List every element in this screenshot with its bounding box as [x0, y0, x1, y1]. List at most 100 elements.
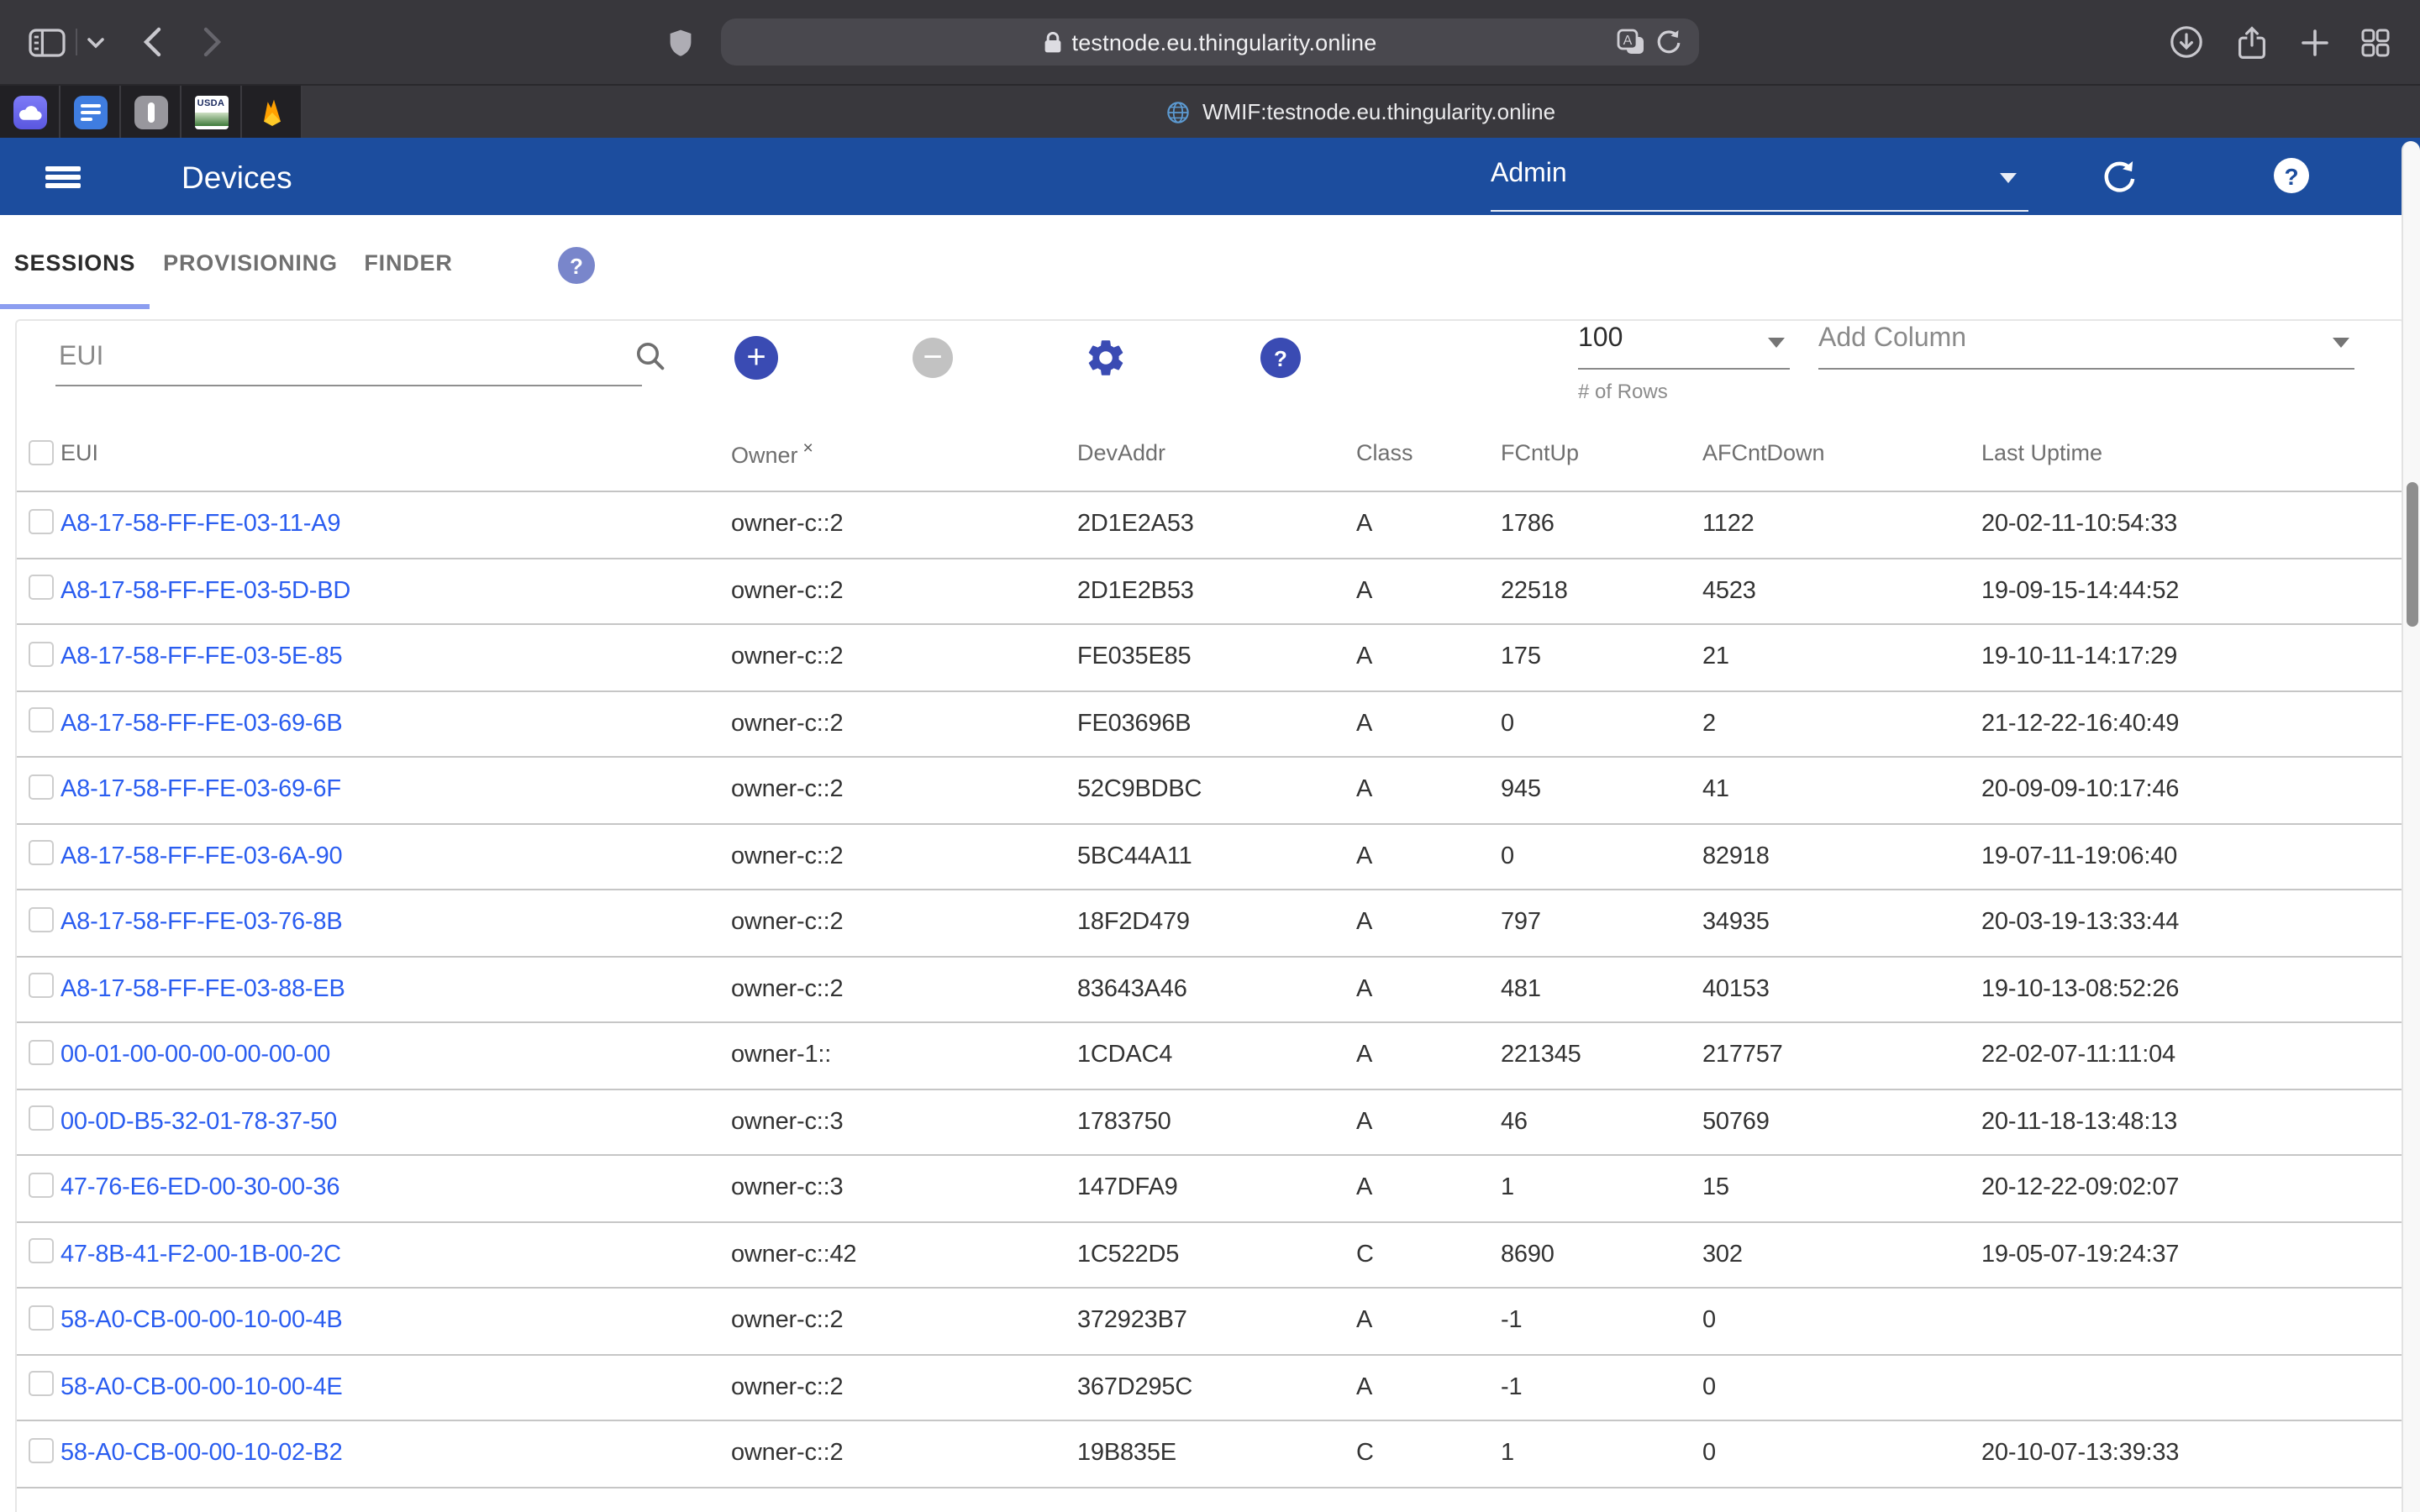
class-cell: A: [1356, 1175, 1501, 1202]
row-checkbox[interactable]: [29, 774, 54, 800]
reload-icon[interactable]: [1655, 27, 1682, 55]
toolbar-divider: [76, 29, 77, 55]
row-checkbox[interactable]: [29, 575, 54, 601]
settings-gear-icon[interactable]: [1084, 336, 1128, 380]
shield-icon[interactable]: [667, 0, 694, 84]
share-icon[interactable]: [2232, 0, 2272, 84]
row-checkbox[interactable]: [29, 841, 54, 866]
eui-link[interactable]: 00-0D-B5-32-01-78-37-50: [60, 1109, 337, 1136]
row-checkbox[interactable]: [29, 907, 54, 932]
afcntdown-cell: 302: [1702, 1242, 1981, 1268]
app-header: Devices Admin: [0, 138, 2420, 215]
scrollbar-thumb[interactable]: [2406, 482, 2417, 627]
table-header: EUI Owner× DevAddr Class FCntUp AFCntDow…: [17, 415, 2403, 492]
eui-link[interactable]: A8-17-58-FF-FE-03-5E-85: [60, 644, 342, 671]
rows-per-page-select[interactable]: 100: [1578, 321, 1790, 370]
eui-link[interactable]: A8-17-58-FF-FE-03-6A-90: [60, 843, 342, 870]
row-checkbox[interactable]: [29, 509, 54, 534]
pinned-tab-docs[interactable]: [60, 86, 121, 138]
tabs-help-icon[interactable]: ?: [558, 247, 595, 284]
eui-link[interactable]: 47-76-E6-ED-00-30-00-36: [60, 1175, 339, 1202]
col-header-eui[interactable]: EUI: [60, 440, 731, 465]
tab-finder[interactable]: FINDER: [351, 215, 466, 309]
add-column-select[interactable]: Add Column: [1818, 321, 2354, 370]
account-select[interactable]: Admin: [1491, 155, 2028, 212]
help-icon[interactable]: ?: [2274, 158, 2309, 193]
browser-tab-bar: USDA WMIF:testnode.eu.thingularity.onlin…: [0, 84, 2420, 138]
row-checkbox[interactable]: [29, 1372, 54, 1397]
address-bar[interactable]: testnode.eu.thingularity.online A: [721, 18, 1699, 66]
scrollbar-track[interactable]: [2402, 141, 2420, 1512]
afcntdown-cell: 50769: [1702, 1109, 1981, 1136]
refresh-icon[interactable]: [2101, 158, 2138, 195]
table-row: A8-17-58-FF-FE-03-88-EB owner-c::2 83643…: [17, 957, 2403, 1023]
pinned-tab-usda[interactable]: USDA: [182, 86, 242, 138]
row-checkbox[interactable]: [29, 1040, 54, 1065]
table-row: A8-17-58-FF-FE-03-69-6B owner-c::2 FE036…: [17, 691, 2403, 758]
devaddr-cell: 367D295C: [1077, 1374, 1356, 1401]
eui-link[interactable]: 58-A0-CB-00-00-10-00-4E: [60, 1374, 343, 1401]
docs-app-icon: [73, 95, 107, 129]
col-header-owner[interactable]: Owner×: [731, 438, 1077, 468]
col-header-last-uptime[interactable]: Last Uptime: [1981, 440, 2403, 465]
row-checkbox[interactable]: [29, 1438, 54, 1463]
pinned-tab-cloud[interactable]: [0, 86, 60, 138]
chevron-down-icon[interactable]: [84, 0, 108, 84]
eui-link[interactable]: A8-17-58-FF-FE-03-11-A9: [60, 512, 340, 538]
eui-link[interactable]: 00-01-00-00-00-00-00-00: [60, 1042, 330, 1069]
translate-icon[interactable]: A: [1617, 29, 1645, 55]
globe-favicon: [1167, 100, 1191, 123]
owner-cell: owner-1::: [731, 1042, 1077, 1069]
eui-link[interactable]: A8-17-58-FF-FE-03-76-8B: [60, 910, 342, 937]
add-button[interactable]: +: [734, 336, 778, 380]
forward-icon[interactable]: [198, 0, 225, 84]
row-checkbox[interactable]: [29, 974, 54, 999]
tab-provisioning[interactable]: PROVISIONING: [150, 215, 351, 309]
uptime-cell: 19-05-07-19:24:37: [1981, 1242, 2403, 1268]
eui-link[interactable]: 58-A0-CB-00-00-10-02-B2: [60, 1441, 343, 1467]
fcntup-cell: 0: [1501, 711, 1702, 738]
eui-link[interactable]: 58-A0-CB-00-00-10-00-4B: [60, 1308, 343, 1335]
fcntup-cell: 797: [1501, 910, 1702, 937]
tab-overview-icon[interactable]: [2353, 0, 2396, 84]
active-browser-tab[interactable]: WMIF:testnode.eu.thingularity.online: [302, 86, 2420, 138]
row-checkbox[interactable]: [29, 642, 54, 667]
eui-link[interactable]: 47-8B-41-F2-00-1B-00-2C: [60, 1242, 341, 1268]
devaddr-cell: 5BC44A11: [1077, 843, 1356, 870]
row-checkbox[interactable]: [29, 1239, 54, 1264]
row-checkbox[interactable]: [29, 1305, 54, 1331]
col-header-class[interactable]: Class: [1356, 440, 1501, 465]
col-header-fcntup[interactable]: FCntUp: [1501, 440, 1702, 465]
fcntup-cell: 1786: [1501, 512, 1702, 538]
menu-icon[interactable]: [45, 166, 81, 188]
owner-cell: owner-c::2: [731, 644, 1077, 671]
row-checkbox[interactable]: [29, 1106, 54, 1131]
afcntdown-cell: 0: [1702, 1441, 1981, 1467]
sidebar-icon[interactable]: [24, 0, 71, 84]
new-tab-icon[interactable]: [2294, 0, 2334, 84]
search-input[interactable]: [55, 331, 642, 386]
download-icon[interactable]: [2166, 0, 2207, 84]
afcntdown-cell: 41: [1702, 777, 1981, 804]
select-all-checkbox[interactable]: [29, 439, 54, 465]
col-header-afcntdown[interactable]: AFCntDown: [1702, 440, 1981, 465]
fcntup-cell: 46: [1501, 1109, 1702, 1136]
back-icon[interactable]: [138, 0, 165, 84]
eui-link[interactable]: A8-17-58-FF-FE-03-69-6B: [60, 711, 342, 738]
eui-link[interactable]: A8-17-58-FF-FE-03-5D-BD: [60, 578, 350, 605]
row-checkbox[interactable]: [29, 1173, 54, 1198]
search-icon[interactable]: [635, 341, 666, 371]
remove-column-icon[interactable]: ×: [803, 438, 813, 459]
col-header-devaddr[interactable]: DevAddr: [1077, 440, 1356, 465]
lock-icon: [1044, 31, 1062, 53]
row-checkbox[interactable]: [29, 708, 54, 733]
eui-link[interactable]: A8-17-58-FF-FE-03-88-EB: [60, 976, 345, 1003]
pinned-tab-firebase[interactable]: [242, 86, 302, 138]
pinned-tab-gray[interactable]: [121, 86, 182, 138]
eui-link[interactable]: A8-17-58-FF-FE-03-69-6F: [60, 777, 341, 804]
filter-help-icon[interactable]: ?: [1260, 338, 1301, 378]
afcntdown-cell: 2: [1702, 711, 1981, 738]
tab-sessions[interactable]: SESSIONS: [0, 215, 150, 309]
table-row: 58-A0-CB-00-00-10-00-4B owner-c::2 37292…: [17, 1289, 2403, 1355]
owner-cell: owner-c::2: [731, 578, 1077, 605]
